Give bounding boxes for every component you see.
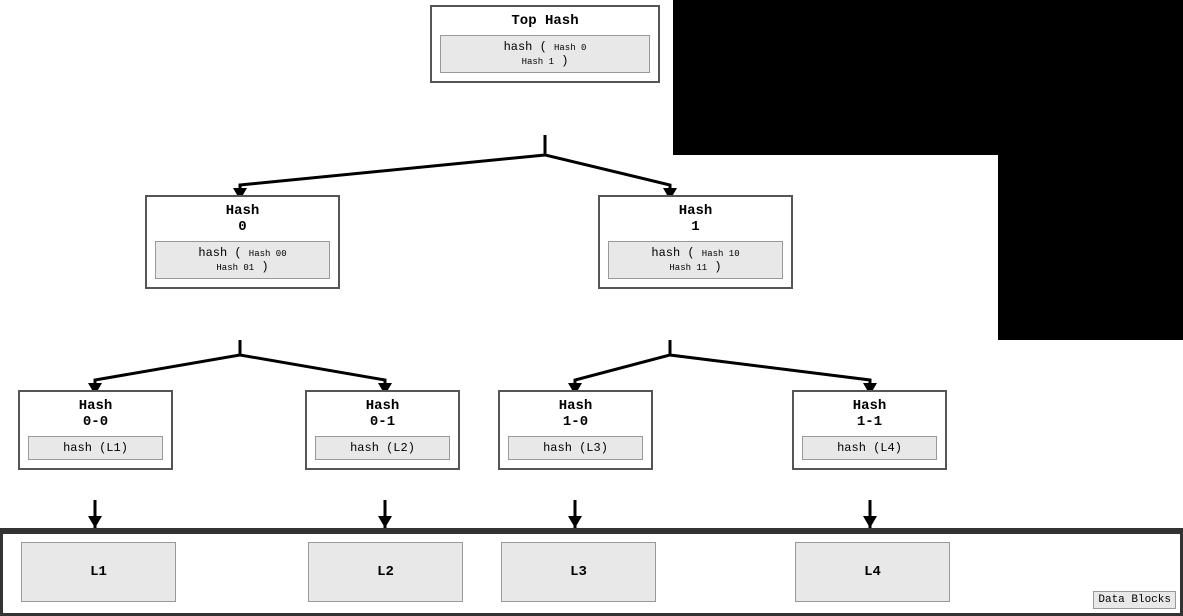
hash01-title: Hash 0-1 bbox=[307, 392, 458, 432]
hash00-title: Hash 0-0 bbox=[20, 392, 171, 432]
hash10-node: Hash 1-0 hash (L3) bbox=[498, 390, 653, 470]
data-block-l3: L3 bbox=[501, 542, 656, 602]
hash11-node: Hash 1-1 hash (L4) bbox=[792, 390, 947, 470]
hash1-formula: hash ( Hash 10Hash 11 ) bbox=[608, 241, 783, 279]
data-blocks-container: L1 L2 L3 L4 Data Blocks bbox=[0, 528, 1183, 616]
data-block-l4: L4 bbox=[795, 542, 950, 602]
data-block-l2: L2 bbox=[308, 542, 463, 602]
hash1-formula-text: hash ( Hash 10Hash 11 ) bbox=[651, 246, 739, 274]
data-block-l1: L1 bbox=[21, 542, 176, 602]
hash01-node: Hash 0-1 hash (L2) bbox=[305, 390, 460, 470]
hash0-formula: hash ( Hash 00Hash 01 ) bbox=[155, 241, 330, 279]
hash11-formula: hash (L4) bbox=[802, 436, 937, 460]
top-hash-node: Top Hash hash ( Hash 0Hash 1 ) bbox=[430, 5, 660, 83]
hash00-formula: hash (L1) bbox=[28, 436, 163, 460]
diagram-container: Top Hash hash ( Hash 0Hash 1 ) Hash 0 ha… bbox=[0, 0, 1183, 616]
hash10-title: Hash 1-0 bbox=[500, 392, 651, 432]
top-hash-title: Top Hash bbox=[432, 7, 658, 31]
black-panel-top bbox=[673, 0, 1183, 155]
hash00-node: Hash 0-0 hash (L1) bbox=[18, 390, 173, 470]
top-hash-formula-text: hash ( Hash 0Hash 1 ) bbox=[504, 40, 587, 68]
hash01-formula: hash (L2) bbox=[315, 436, 450, 460]
data-blocks-label: Data Blocks bbox=[1093, 591, 1176, 609]
hash10-formula: hash (L3) bbox=[508, 436, 643, 460]
hash0-node: Hash 0 hash ( Hash 00Hash 01 ) bbox=[145, 195, 340, 289]
data-blocks-inner: L1 L2 L3 L4 Data Blocks bbox=[0, 531, 1183, 616]
top-hash-formula: hash ( Hash 0Hash 1 ) bbox=[440, 35, 650, 73]
hash0-title: Hash 0 bbox=[147, 197, 338, 237]
hash1-title: Hash 1 bbox=[600, 197, 791, 237]
hash1-node: Hash 1 hash ( Hash 10Hash 11 ) bbox=[598, 195, 793, 289]
hash11-title: Hash 1-1 bbox=[794, 392, 945, 432]
black-panel-mid bbox=[998, 155, 1183, 340]
hash0-formula-text: hash ( Hash 00Hash 01 ) bbox=[198, 246, 286, 274]
